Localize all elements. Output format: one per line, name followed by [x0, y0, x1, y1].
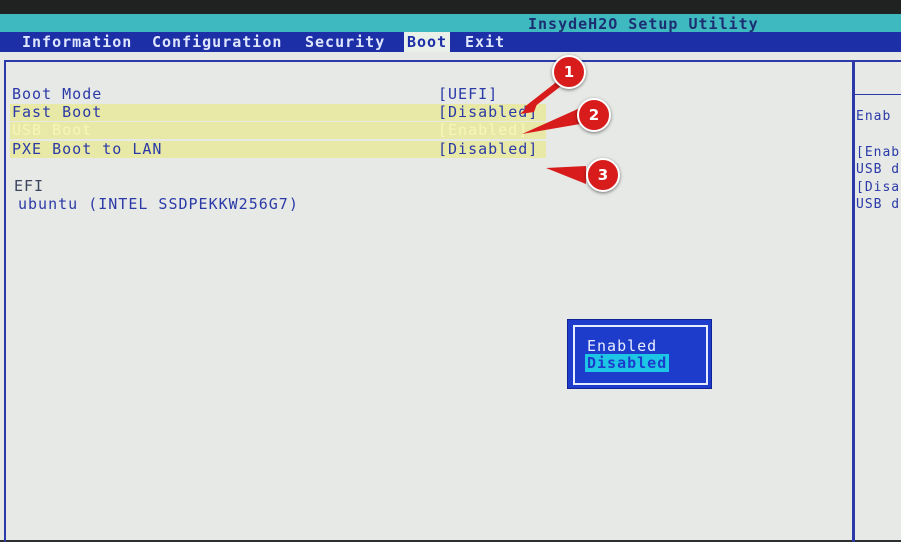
- annotation-marker-2: 2: [577, 98, 611, 132]
- annotation-marker-1: 1: [552, 55, 586, 89]
- annotation-arrow-3: [546, 166, 586, 184]
- annotation-arrows: [520, 80, 586, 184]
- annotation-marker-3: 3: [586, 158, 620, 192]
